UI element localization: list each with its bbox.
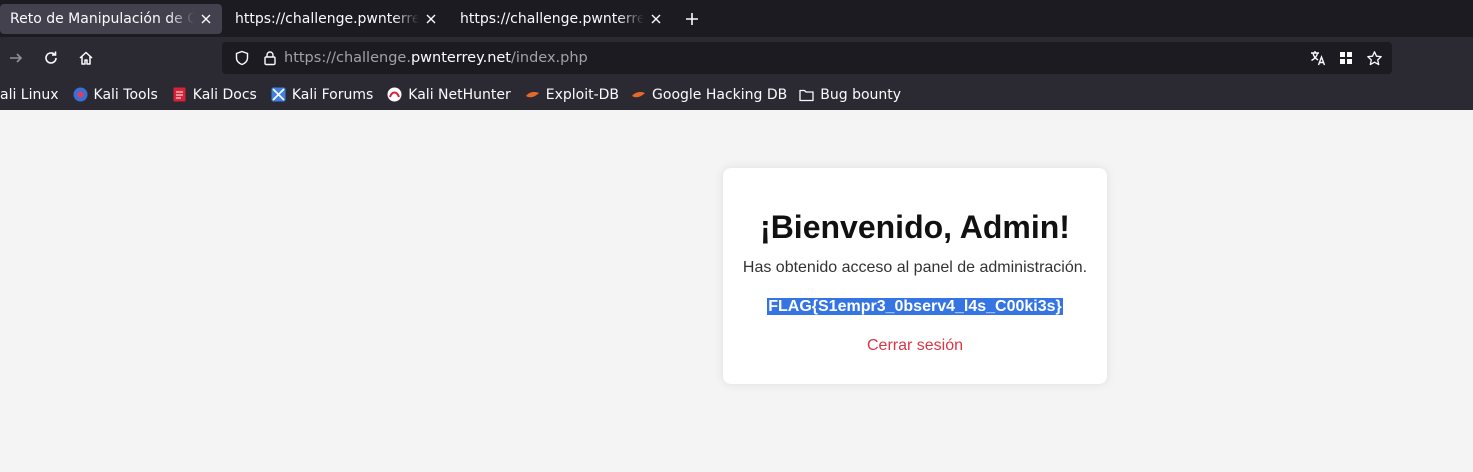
bookmark-folder-bug-bounty[interactable]: Bug bounty xyxy=(794,83,906,107)
bookmark-label: Kali Forums xyxy=(291,86,374,103)
tab-title: Reto de Manipulación de Cookies xyxy=(10,10,194,27)
shield-icon[interactable] xyxy=(228,44,256,72)
bookmark-label: Exploit-DB xyxy=(545,86,620,103)
url-host: pwnterrey.net xyxy=(410,50,511,66)
page-viewport: ¡Bienvenido, Admin! Has obtenido acceso … xyxy=(0,110,1473,472)
exploit-db-icon xyxy=(525,87,540,102)
kali-forums-icon xyxy=(271,87,286,102)
home-button[interactable] xyxy=(70,42,102,74)
access-message: Has obtenido acceso al panel de administ… xyxy=(742,259,1088,276)
extensions-grid-icon[interactable] xyxy=(1332,44,1360,72)
tab-strip: Reto de Manipulación de Cookies https://… xyxy=(0,0,1473,37)
bookmark-kali-docs[interactable]: Kali Docs xyxy=(167,83,262,107)
url-bar[interactable]: https://challenge.pwnterrey.net/index.ph… xyxy=(222,42,1392,74)
lock-icon[interactable] xyxy=(256,44,284,72)
bookmark-label: Kali NetHunter xyxy=(408,86,511,103)
bookmark-label: ali Linux xyxy=(0,86,59,103)
tab-title: https://challenge.pwnterrey.net/ xyxy=(460,10,644,27)
bookmark-label: Kali Tools xyxy=(93,86,158,103)
close-icon[interactable] xyxy=(198,11,214,27)
folder-icon xyxy=(799,87,814,102)
bookmark-kali-forums[interactable]: Kali Forums xyxy=(266,83,378,107)
page-title: ¡Bienvenido, Admin! xyxy=(760,209,1070,245)
bookmark-label: Kali Docs xyxy=(192,86,257,103)
logout-link[interactable]: Cerrar sesión xyxy=(867,336,963,356)
url-prefix: https://challenge. xyxy=(284,50,411,66)
url-text[interactable]: https://challenge.pwnterrey.net/index.ph… xyxy=(284,42,588,74)
bookmarks-toolbar: ali Linux Kali Tools Kali Docs Kali Foru… xyxy=(0,79,1473,110)
new-tab-button[interactable] xyxy=(678,5,706,33)
translate-icon[interactable] xyxy=(1304,44,1332,72)
bookmark-kali-tools[interactable]: Kali Tools xyxy=(68,83,163,107)
home-icon xyxy=(79,51,93,65)
kali-nethunter-icon xyxy=(387,87,402,102)
close-icon[interactable] xyxy=(648,11,664,27)
url-path: /index.php xyxy=(511,50,588,66)
bookmark-label: Google Hacking DB xyxy=(652,86,788,103)
kali-tools-icon xyxy=(73,87,88,102)
exploit-db-icon xyxy=(631,87,646,102)
plus-icon xyxy=(686,12,698,25)
admin-panel-card: ¡Bienvenido, Admin! Has obtenido acceso … xyxy=(723,168,1107,384)
bookmark-star-icon[interactable] xyxy=(1360,44,1388,72)
tab-title: https://challenge.pwnterrey.net/ xyxy=(235,10,419,27)
bookmark-label: Bug bounty xyxy=(820,86,902,103)
close-icon[interactable] xyxy=(423,11,439,27)
kali-docs-icon xyxy=(172,87,187,102)
reload-icon xyxy=(45,51,57,64)
tab-3[interactable]: https://challenge.pwnterrey.net/ xyxy=(450,4,672,34)
arrow-right-icon xyxy=(10,53,23,63)
bookmark-kali-nethunter[interactable]: Kali NetHunter xyxy=(382,83,515,107)
bookmark-kali-linux[interactable]: ali Linux xyxy=(0,83,64,107)
bookmark-exploit-db[interactable]: Exploit-DB xyxy=(520,83,624,107)
bookmark-google-hacking-db[interactable]: Google Hacking DB xyxy=(626,83,792,107)
forward-button[interactable] xyxy=(0,42,32,74)
flag-text[interactable]: FLAG{S1empr3_0bserv4_l4s_C00ki3s} xyxy=(767,298,1063,315)
navigation-toolbar: https://challenge.pwnterrey.net/index.ph… xyxy=(0,37,1473,79)
tab-active[interactable]: Reto de Manipulación de Cookies xyxy=(0,3,222,34)
reload-button[interactable] xyxy=(35,42,67,74)
tab-2[interactable]: https://challenge.pwnterrey.net/ xyxy=(225,4,447,34)
